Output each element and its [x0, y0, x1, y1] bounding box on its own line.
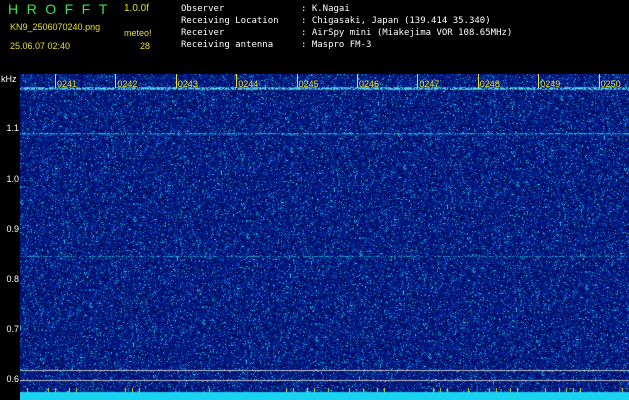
y-tick-label: 0.8 — [6, 274, 19, 284]
info-value: : Chigasaki, Japan (139.414 35.340) — [301, 16, 491, 26]
time-tick-label: 0250 — [600, 79, 621, 89]
y-tick-label: 0.9 — [6, 224, 19, 234]
info-key: Observer — [181, 4, 225, 14]
time-tick — [115, 74, 117, 88]
info-value: : Maspro FM-3 — [301, 40, 372, 50]
timestamp-label: 25.06.07 02:40 — [10, 41, 71, 51]
time-tick-label: 0243 — [177, 79, 198, 89]
meteor-count: 28 — [140, 41, 151, 51]
time-tick-label: 0245 — [298, 79, 319, 89]
time-tick-label: 0241 — [57, 79, 78, 89]
info-value: : K.Nagai — [301, 4, 350, 14]
time-tick-label: 0247 — [419, 79, 440, 89]
info-key: Receiving Location — [181, 16, 279, 26]
info-antenna: Receiving antenna : Maspro FM-3 — [181, 39, 371, 51]
time-tick — [598, 74, 600, 88]
time-tick — [55, 74, 56, 88]
time-tick — [175, 74, 177, 88]
time-tick — [357, 74, 358, 88]
time-tick — [236, 74, 238, 88]
meteo-label: meteo! — [124, 28, 152, 38]
info-key: Receiver — [181, 28, 225, 38]
spectrogram-canvas — [20, 74, 629, 400]
y-tick-label: 1.1 — [6, 123, 19, 133]
time-tick-label: 0244 — [238, 79, 259, 89]
time-tick-label: 0248 — [479, 79, 500, 89]
time-tick-label: 0246 — [359, 79, 380, 89]
info-value: : AirSpy mini (Miakejima VOR 108.65MHz) — [301, 28, 513, 38]
fps-label: 1.0.0f — [124, 3, 150, 14]
info-location: Receiving Location : Chigasaki, Japan (13… — [181, 15, 491, 27]
y-tick-label: 1.0 — [6, 174, 19, 184]
time-tick — [477, 74, 479, 88]
time-tick-label: 0249 — [540, 79, 561, 89]
frequency-axis: 1.1 1.0 0.9 0.8 0.7 0.6 — [0, 74, 20, 400]
info-observer: Observer : K.Nagai — [181, 3, 350, 15]
time-tick — [538, 74, 540, 88]
time-tick — [296, 74, 298, 88]
app-title: HROFFT — [8, 1, 116, 17]
filename-label: KN9_2506070240.png — [10, 22, 101, 32]
y-tick-label: 0.7 — [6, 324, 19, 334]
info-receiver: Receiver : AirSpy mini (Miakejima VOR 108… — [181, 27, 512, 39]
info-key: Receiving antenna — [181, 40, 274, 50]
hrofft-window: HROFFT 1.0.0f KN9_2506070240.png meteo! … — [0, 0, 629, 400]
header-panel: HROFFT 1.0.0f KN9_2506070240.png meteo! … — [0, 0, 629, 74]
time-tick — [417, 74, 419, 88]
time-tick-label: 0242 — [117, 79, 138, 89]
y-tick-label: 0.6 — [6, 374, 19, 384]
